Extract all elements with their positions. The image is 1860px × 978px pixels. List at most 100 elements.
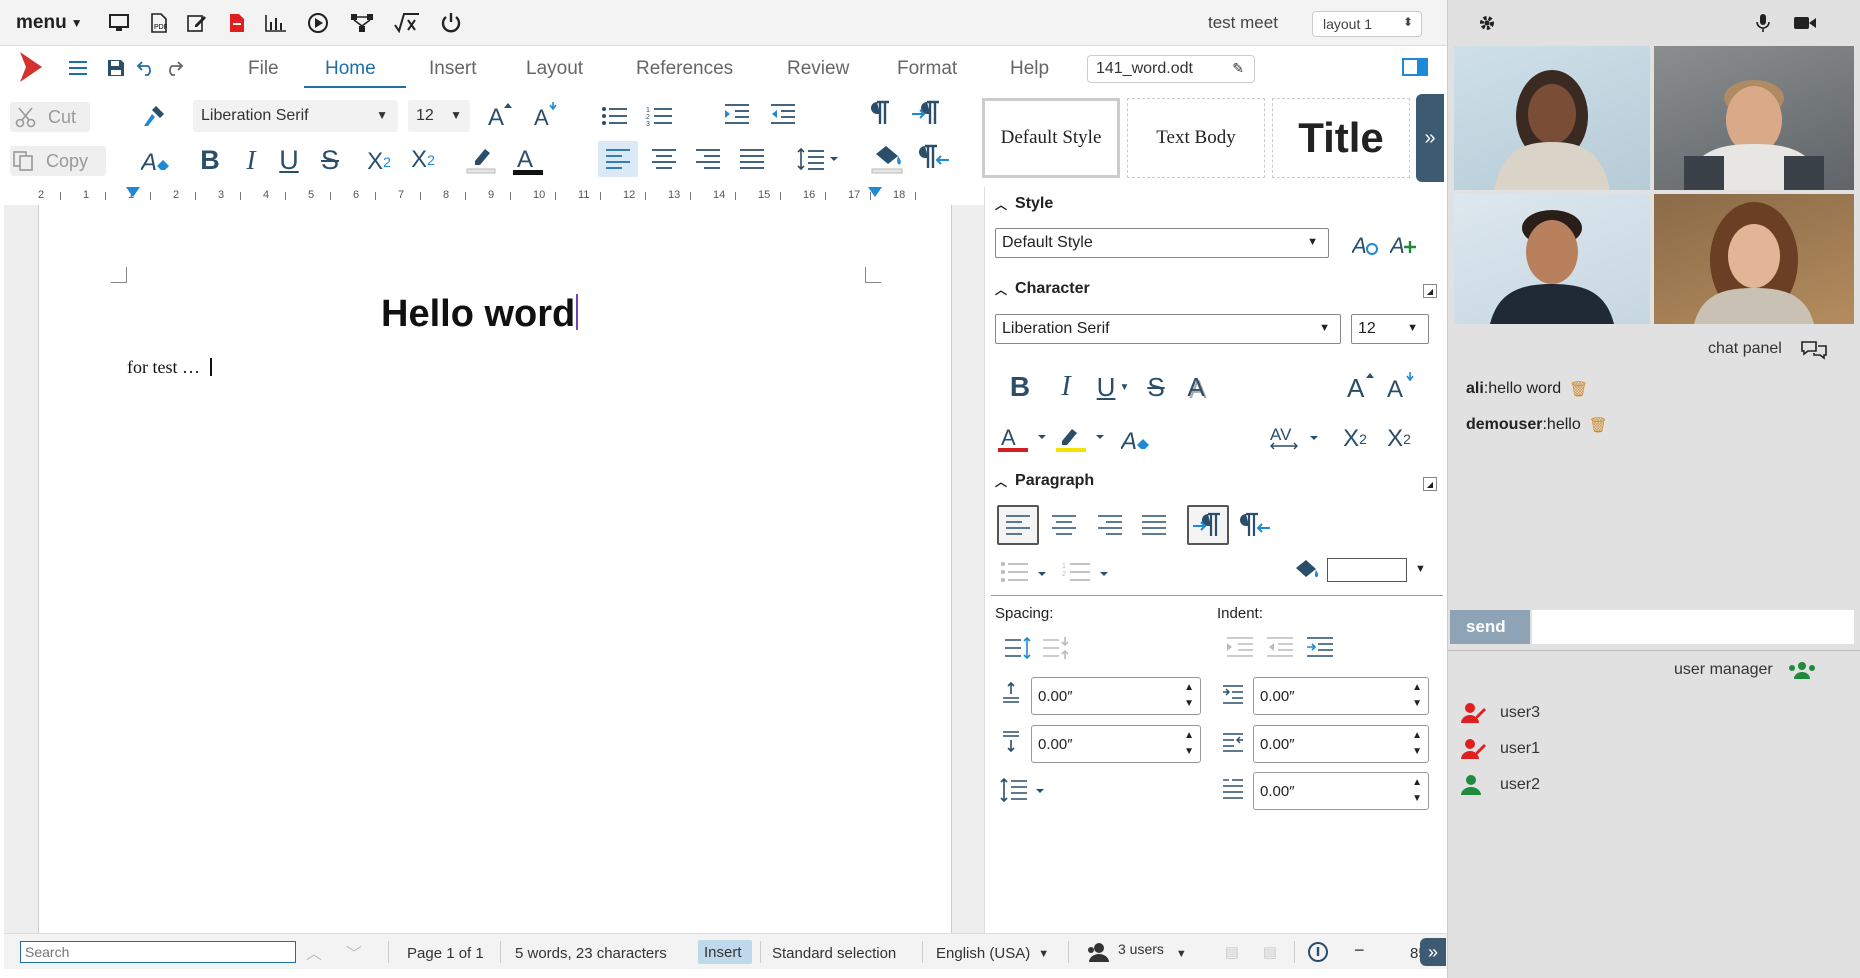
video-tile-participant-4[interactable]: [1654, 194, 1854, 324]
character-font-select[interactable]: Liberation Serif ▼: [995, 314, 1341, 344]
tab-format[interactable]: Format: [897, 58, 957, 80]
insert-mode[interactable]: Insert: [698, 940, 752, 964]
expand-styles-icon[interactable]: »: [1416, 94, 1444, 182]
clear-formatting-icon[interactable]: A: [140, 146, 172, 176]
shrink-font-icon[interactable]: A: [1385, 367, 1419, 403]
tab-file[interactable]: File: [248, 58, 279, 80]
red-pdf-icon[interactable]: [226, 12, 248, 34]
formatting-marks-icon[interactable]: [864, 98, 894, 128]
edit-document-icon[interactable]: [186, 12, 208, 34]
page-indicator[interactable]: Page 1 of 1: [407, 945, 484, 962]
tab-insert[interactable]: Insert: [429, 58, 477, 80]
menu-button[interactable]: menu ▼: [16, 12, 83, 34]
bullet-list-icon[interactable]: [999, 557, 1051, 587]
play-icon[interactable]: [306, 11, 330, 35]
pdf-file-icon[interactable]: PDF: [148, 12, 170, 34]
grow-font-icon[interactable]: A: [486, 99, 516, 129]
highlight-color-icon[interactable]: [464, 142, 498, 176]
background-color-swatch[interactable]: [1327, 558, 1407, 582]
video-tile-participant-2[interactable]: [1654, 46, 1854, 190]
superscript-icon[interactable]: X2: [1335, 419, 1375, 459]
trash-icon[interactable]: 🗑: [1589, 416, 1608, 434]
font-size-select[interactable]: 12 ▼: [408, 100, 470, 132]
users-icon[interactable]: [1084, 940, 1112, 964]
selection-mode[interactable]: Standard selection: [772, 945, 896, 962]
copy-button[interactable]: Copy: [10, 146, 106, 176]
app-logo-icon[interactable]: [16, 50, 46, 84]
trash-icon[interactable]: 🗑: [1569, 380, 1588, 398]
paragraph-style-select[interactable]: Default Style ▼: [995, 228, 1329, 258]
bold-icon[interactable]: B: [1005, 369, 1035, 405]
clear-formatting-icon[interactable]: A: [1119, 421, 1155, 457]
numbered-list-icon[interactable]: 12: [1061, 557, 1113, 587]
tab-home[interactable]: Home: [325, 58, 376, 80]
justify-icon[interactable]: [734, 141, 770, 177]
increase-indent-icon[interactable]: [1225, 633, 1255, 663]
ltr-paragraph-icon[interactable]: [910, 98, 944, 128]
grow-font-icon[interactable]: A: [1345, 367, 1379, 403]
line-spacing-icon[interactable]: [794, 141, 844, 177]
rtl-paragraph-icon[interactable]: [918, 140, 952, 176]
zoom-reset-icon[interactable]: [1306, 940, 1332, 966]
paragraph-section-header[interactable]: ︿ Paragraph: [995, 472, 1094, 490]
underline-icon[interactable]: U ▼: [1093, 369, 1133, 405]
update-style-icon[interactable]: A: [1351, 229, 1381, 259]
increase-spacing-icon[interactable]: [1003, 633, 1033, 663]
ruler-indent-marker[interactable]: [868, 187, 882, 197]
document-page[interactable]: Hello word for test …: [38, 205, 952, 933]
style-section-header[interactable]: ︿ Style: [995, 195, 1053, 213]
video-tile-participant-1[interactable]: [1454, 46, 1650, 190]
document-heading[interactable]: Hello word: [381, 293, 579, 336]
video-tile-participant-3[interactable]: [1454, 194, 1650, 324]
justify-icon[interactable]: [1133, 505, 1175, 545]
bold-icon[interactable]: B: [197, 145, 223, 175]
new-style-icon[interactable]: A: [1389, 229, 1419, 259]
indent-after-input[interactable]: 0.00″ ▲ ▼: [1253, 725, 1429, 763]
style-text-body[interactable]: Text Body: [1127, 98, 1265, 178]
style-default[interactable]: Default Style: [982, 98, 1120, 178]
indent-before-input[interactable]: 0.00″ ▲ ▼: [1253, 677, 1429, 715]
tab-references[interactable]: References: [636, 58, 733, 80]
character-spacing-icon[interactable]: AV: [1269, 421, 1325, 457]
user-item[interactable]: user1: [1500, 740, 1540, 758]
more-options-icon[interactable]: ◢: [1423, 284, 1437, 298]
zoom-out-icon[interactable]: −: [1354, 940, 1365, 961]
strikethrough-icon[interactable]: S: [315, 145, 345, 175]
character-section-header[interactable]: ︿ Character: [995, 280, 1090, 298]
subscript-icon[interactable]: X2: [1379, 419, 1419, 459]
underline-icon[interactable]: U: [274, 145, 304, 175]
style-title[interactable]: Title: [1272, 98, 1410, 178]
power-icon[interactable]: [439, 11, 463, 35]
decrease-spacing-icon[interactable]: [1041, 633, 1071, 663]
subscript-icon[interactable]: X2: [362, 145, 396, 179]
chart-icon[interactable]: [264, 12, 288, 34]
monitor-icon[interactable]: [108, 12, 130, 34]
search-down-icon[interactable]: ﹀: [346, 940, 362, 964]
layout-select[interactable]: layout 1 ⬍: [1312, 11, 1422, 37]
italic-icon[interactable]: I: [238, 145, 264, 175]
microphone-icon[interactable]: [1752, 12, 1774, 34]
line-spacing-icon[interactable]: [999, 775, 1049, 805]
increase-indent-icon[interactable]: [722, 100, 752, 128]
ltr-paragraph-icon[interactable]: [1187, 505, 1229, 545]
chat-message-input[interactable]: [1532, 610, 1854, 644]
decrease-indent-icon[interactable]: [768, 100, 798, 128]
highlight-color-icon[interactable]: [1055, 421, 1107, 457]
paragraph-background-icon[interactable]: [1291, 555, 1321, 585]
expand-status-icon[interactable]: »: [1420, 938, 1446, 966]
decrease-indent-icon[interactable]: [1265, 633, 1295, 663]
tab-layout[interactable]: Layout: [526, 58, 583, 80]
rtl-paragraph-icon[interactable]: [1235, 505, 1277, 545]
first-line-indent-input[interactable]: 0.00″ ▲ ▼: [1253, 772, 1429, 810]
hamburger-icon[interactable]: [66, 56, 90, 80]
language-select[interactable]: English (USA) ▼: [936, 945, 1049, 962]
shrink-font-icon[interactable]: A: [532, 99, 562, 129]
hanging-indent-icon[interactable]: [1305, 633, 1335, 663]
word-count[interactable]: 5 words, 23 characters: [515, 945, 667, 962]
spacing-below-input[interactable]: 0.00″ ▲ ▼: [1031, 725, 1201, 763]
spacing-above-input[interactable]: 0.00″ ▲ ▼: [1031, 677, 1201, 715]
numbered-list-icon[interactable]: 123: [645, 102, 675, 130]
align-left-icon[interactable]: [997, 505, 1039, 545]
users-count[interactable]: 3 users ▼: [1118, 938, 1187, 960]
redo-icon[interactable]: [162, 56, 186, 80]
